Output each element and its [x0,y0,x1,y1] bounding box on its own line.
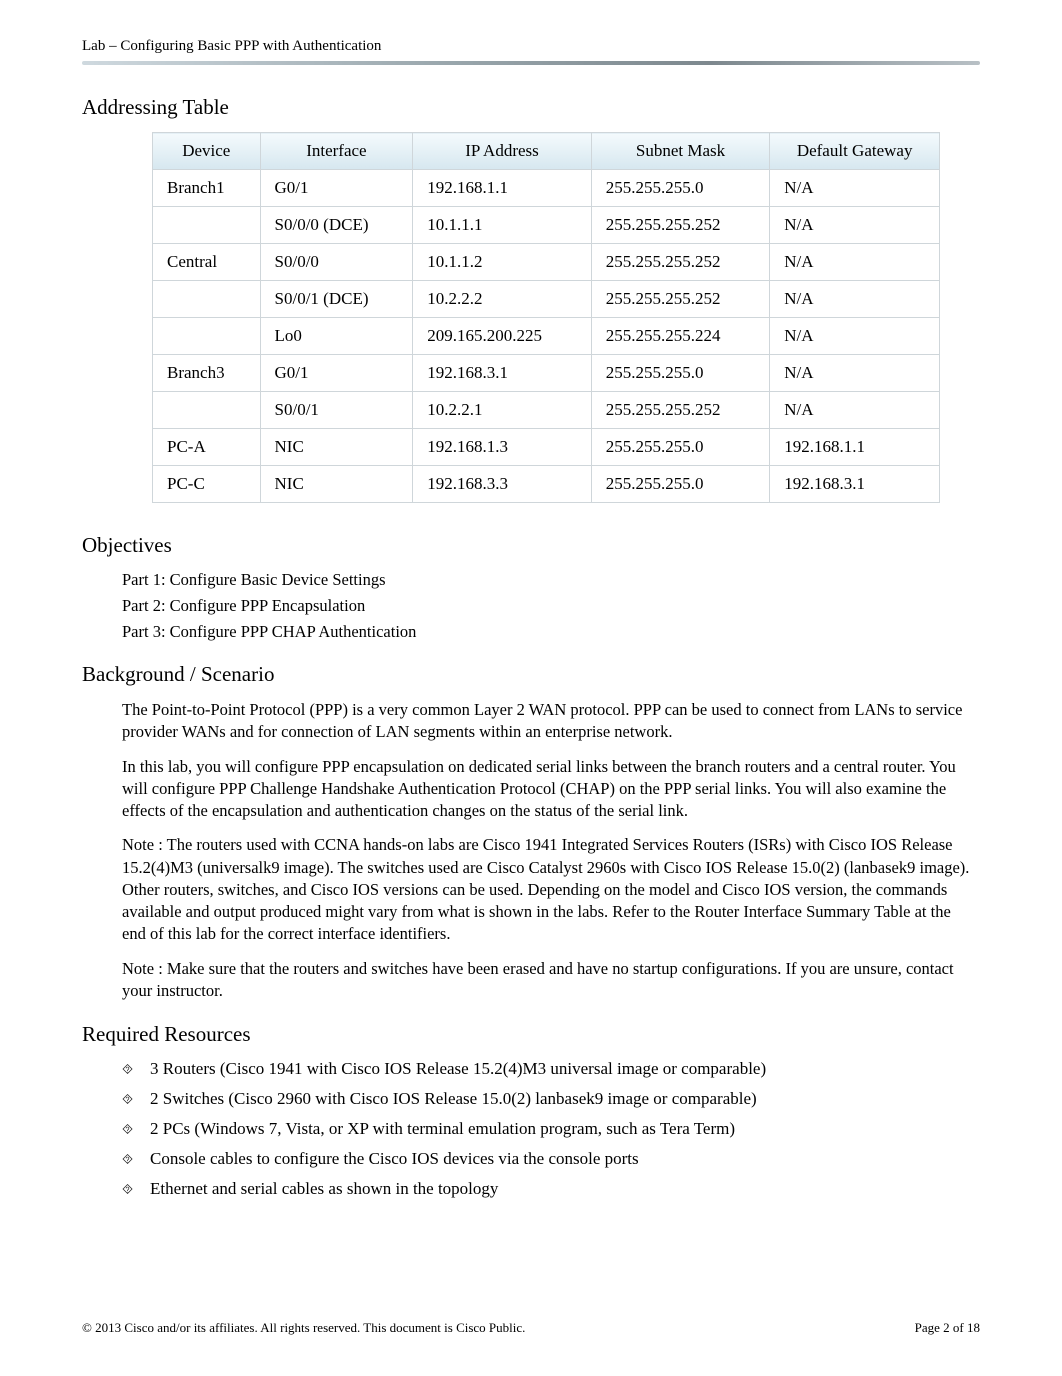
list-item-text: 2 PCs (Windows 7, Vista, or XP with term… [150,1119,735,1139]
list-item: ⯑3 Routers (Cisco 1941 with Cisco IOS Re… [122,1059,980,1079]
objective-item: Part 1: Configure Basic Device Settings [122,570,972,590]
table-cell: Central [153,244,261,281]
table-cell: 192.168.3.1 [413,355,592,392]
table-cell: N/A [770,318,940,355]
table-cell: 255.255.255.224 [591,318,770,355]
lab-header-title: Lab – Configuring Basic PPP with Authent… [82,38,980,55]
table-cell: G0/1 [260,170,413,207]
col-ip: IP Address [413,133,592,170]
table-cell: 192.168.1.1 [770,429,940,466]
footer-copyright: © 2013 Cisco and/or its affiliates. All … [82,1320,525,1336]
background-block: The Point-to-Point Protocol (PPP) is a v… [122,699,972,1002]
list-item: ⯑2 PCs (Windows 7, Vista, or XP with ter… [122,1119,980,1139]
col-device: Device [153,133,261,170]
list-item-text: 2 Switches (Cisco 2960 with Cisco IOS Re… [150,1089,757,1109]
footer-page: Page 2 of 18 [915,1320,980,1336]
background-paragraph: In this lab, you will configure PPP enca… [122,756,972,823]
background-paragraph: Note : Make sure that the routers and sw… [122,958,972,1003]
background-paragraph: The Point-to-Point Protocol (PPP) is a v… [122,699,972,744]
table-row: Branch3G0/1192.168.3.1255.255.255.0N/A [153,355,940,392]
table-header-row: Device Interface IP Address Subnet Mask … [153,133,940,170]
table-cell: 255.255.255.252 [591,281,770,318]
objectives-heading: Objectives [82,533,980,558]
background-paragraph: Note : The routers used with CCNA hands-… [122,834,972,945]
table-row: S0/0/110.2.2.1255.255.255.252N/A [153,392,940,429]
background-heading: Background / Scenario [82,662,980,687]
bullet-icon: ⯑ [122,1091,150,1108]
table-cell: 255.255.255.0 [591,170,770,207]
table-cell: G0/1 [260,355,413,392]
table-cell: 255.255.255.0 [591,355,770,392]
table-cell: 255.255.255.0 [591,429,770,466]
table-cell: 255.255.255.252 [591,207,770,244]
resources-list: ⯑3 Routers (Cisco 1941 with Cisco IOS Re… [122,1059,980,1199]
col-mask: Subnet Mask [591,133,770,170]
table-cell: 255.255.255.252 [591,392,770,429]
table-cell [153,318,261,355]
table-cell: S0/0/0 [260,244,413,281]
objectives-block: Part 1: Configure Basic Device Settings … [122,570,972,642]
table-cell: N/A [770,281,940,318]
table-cell: N/A [770,392,940,429]
table-cell: 10.2.2.1 [413,392,592,429]
objective-item: Part 3: Configure PPP CHAP Authenticatio… [122,622,972,642]
page-footer: © 2013 Cisco and/or its affiliates. All … [82,1320,980,1336]
table-cell [153,392,261,429]
page: Lab – Configuring Basic PPP with Authent… [0,0,1062,1376]
table-cell: Lo0 [260,318,413,355]
table-cell [153,207,261,244]
table-row: CentralS0/0/010.1.1.2255.255.255.252N/A [153,244,940,281]
table-cell: 255.255.255.252 [591,244,770,281]
table-cell: NIC [260,466,413,503]
table-cell: 192.168.1.1 [413,170,592,207]
addressing-table: Device Interface IP Address Subnet Mask … [152,132,940,503]
table-row: Lo0209.165.200.225255.255.255.224N/A [153,318,940,355]
col-gateway: Default Gateway [770,133,940,170]
table-cell: PC-C [153,466,261,503]
objective-item: Part 2: Configure PPP Encapsulation [122,596,972,616]
bullet-icon: ⯑ [122,1061,150,1078]
table-cell: 192.168.1.3 [413,429,592,466]
header-divider [82,61,980,65]
resources-heading: Required Resources [82,1022,980,1047]
table-cell [153,281,261,318]
list-item-text: Console cables to configure the Cisco IO… [150,1149,639,1169]
col-interface: Interface [260,133,413,170]
list-item-text: 3 Routers (Cisco 1941 with Cisco IOS Rel… [150,1059,766,1079]
table-cell: 209.165.200.225 [413,318,592,355]
addressing-table-heading: Addressing Table [82,95,980,120]
table-cell: 192.168.3.3 [413,466,592,503]
list-item: ⯑Ethernet and serial cables as shown in … [122,1179,980,1199]
table-cell: 255.255.255.0 [591,466,770,503]
bullet-icon: ⯑ [122,1121,150,1138]
table-cell: S0/0/1 (DCE) [260,281,413,318]
table-cell: PC-A [153,429,261,466]
table-row: S0/0/0 (DCE)10.1.1.1255.255.255.252N/A [153,207,940,244]
bullet-icon: ⯑ [122,1151,150,1168]
list-item-text: Ethernet and serial cables as shown in t… [150,1179,498,1199]
table-cell: 10.2.2.2 [413,281,592,318]
bullet-icon: ⯑ [122,1181,150,1198]
table-cell: N/A [770,244,940,281]
list-item: ⯑2 Switches (Cisco 2960 with Cisco IOS R… [122,1089,980,1109]
table-cell: Branch1 [153,170,261,207]
table-cell: 10.1.1.2 [413,244,592,281]
table-row: S0/0/1 (DCE)10.2.2.2255.255.255.252N/A [153,281,940,318]
table-cell: NIC [260,429,413,466]
table-cell: Branch3 [153,355,261,392]
list-item: ⯑Console cables to configure the Cisco I… [122,1149,980,1169]
table-row: Branch1G0/1192.168.1.1255.255.255.0N/A [153,170,940,207]
table-cell: N/A [770,170,940,207]
table-cell: S0/0/0 (DCE) [260,207,413,244]
table-cell: 192.168.3.1 [770,466,940,503]
table-cell: 10.1.1.1 [413,207,592,244]
table-row: PC-CNIC192.168.3.3255.255.255.0192.168.3… [153,466,940,503]
table-row: PC-ANIC192.168.1.3255.255.255.0192.168.1… [153,429,940,466]
table-cell: S0/0/1 [260,392,413,429]
addressing-table-wrap: Device Interface IP Address Subnet Mask … [152,132,940,503]
table-cell: N/A [770,207,940,244]
table-cell: N/A [770,355,940,392]
